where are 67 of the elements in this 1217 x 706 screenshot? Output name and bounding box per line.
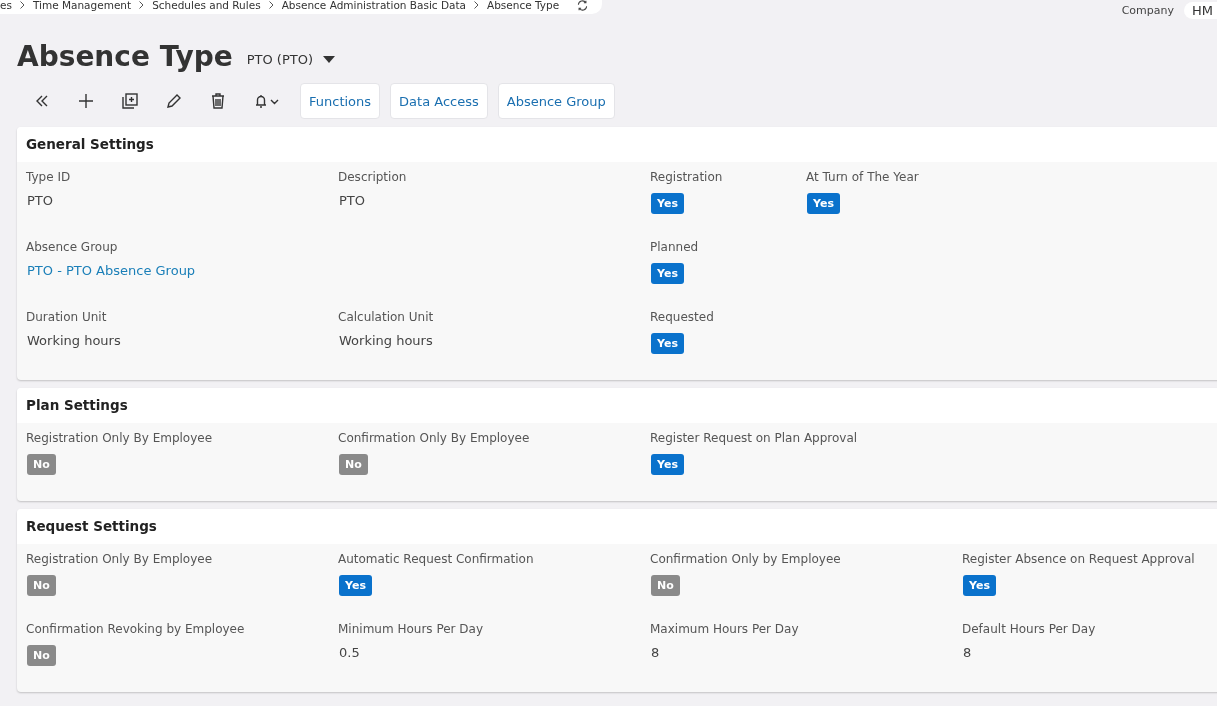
field-label: Maximum Hours Per Day <box>650 622 799 636</box>
field-label: Confirmation Only By Employee <box>338 431 530 445</box>
field-value: 0.5 <box>339 645 360 660</box>
status-toggle[interactable]: No <box>339 454 368 475</box>
pencil-icon <box>166 93 182 109</box>
refresh-icon[interactable] <box>577 0 589 11</box>
company-label: Company <box>1121 4 1174 17</box>
chevron-icon <box>268 1 274 9</box>
field-label: At Turn of The Year <box>806 170 919 184</box>
field-label: Absence Group <box>26 240 118 254</box>
toolbar-button[interactable]: Absence Group <box>497 83 615 119</box>
field-value: Working hours <box>339 333 433 348</box>
field-label: Registration Only By Employee <box>26 552 213 566</box>
field-label: Default Hours Per Day <box>962 622 1096 636</box>
status-toggle[interactable]: Yes <box>651 454 684 475</box>
field-label: Duration Unit <box>26 310 107 324</box>
section-title: Request Settings <box>17 509 1217 544</box>
company-field[interactable]: HM <box>1184 2 1217 19</box>
status-toggle[interactable]: No <box>27 454 56 475</box>
field-label: Planned <box>650 240 699 254</box>
chevron-icon <box>139 1 145 9</box>
status-toggle[interactable]: Yes <box>963 575 996 596</box>
plus-icon <box>78 93 94 109</box>
status-toggle[interactable]: Yes <box>651 333 684 354</box>
field-label: Calculation Unit <box>338 310 434 324</box>
status-toggle[interactable]: Yes <box>651 193 684 214</box>
status-toggle[interactable]: Yes <box>807 193 840 214</box>
status-toggle[interactable]: Yes <box>651 263 684 284</box>
section-title: Plan Settings <box>17 388 1217 423</box>
field-label: Minimum Hours Per Day <box>338 622 484 636</box>
field-label: Requested <box>650 310 714 324</box>
field-label: Registration <box>650 170 723 184</box>
toolbar-button[interactable]: Functions <box>300 83 381 119</box>
field-label: Confirmation Only by Employee <box>650 552 841 566</box>
duplicate-icon <box>122 93 138 109</box>
field-label: Confirmation Revoking by Employee <box>26 622 245 636</box>
field-label: Register Absence on Request Approval <box>962 552 1195 566</box>
field-value: PTO <box>339 193 365 208</box>
chevron-icon <box>19 1 25 9</box>
status-toggle[interactable]: No <box>651 575 680 596</box>
record-selector[interactable]: PTO (PTO) <box>246 52 335 67</box>
field-link[interactable]: PTO - PTO Absence Group <box>27 263 196 278</box>
section-title: General Settings <box>17 127 1217 162</box>
field-value: Working hours <box>27 333 121 348</box>
field-label: Registration Only By Employee <box>26 431 213 445</box>
field-label: Automatic Request Confirmation <box>338 552 534 566</box>
status-toggle[interactable]: No <box>27 645 56 666</box>
bell-icon <box>253 93 279 109</box>
collapse-icon <box>34 93 50 109</box>
status-toggle[interactable]: No <box>27 575 56 596</box>
caret-icon <box>323 55 335 64</box>
breadcrumb-link[interactable]: Schedules and Rules <box>152 0 261 11</box>
breadcrumb-link[interactable]: Absence Type <box>487 0 560 11</box>
field-label: Register Request on Plan Approval <box>650 431 858 445</box>
chevron-icon <box>474 1 479 9</box>
page-title: Absence Type <box>17 40 233 73</box>
field-value: PTO <box>27 193 53 208</box>
breadcrumb-link[interactable]: Absence Administration Basic Data <box>281 0 466 11</box>
trash-icon <box>210 93 226 109</box>
field-value: 8 <box>651 645 660 660</box>
breadcrumb-link[interactable]: Time Management <box>32 0 132 11</box>
field-label: Description <box>338 170 407 184</box>
status-toggle[interactable]: Yes <box>339 575 372 596</box>
field-value: 8 <box>963 645 972 660</box>
toolbar-button[interactable]: Data Access <box>390 83 488 119</box>
breadcrumb-link[interactable]: es <box>0 0 12 11</box>
field-label: Type ID <box>26 170 71 184</box>
